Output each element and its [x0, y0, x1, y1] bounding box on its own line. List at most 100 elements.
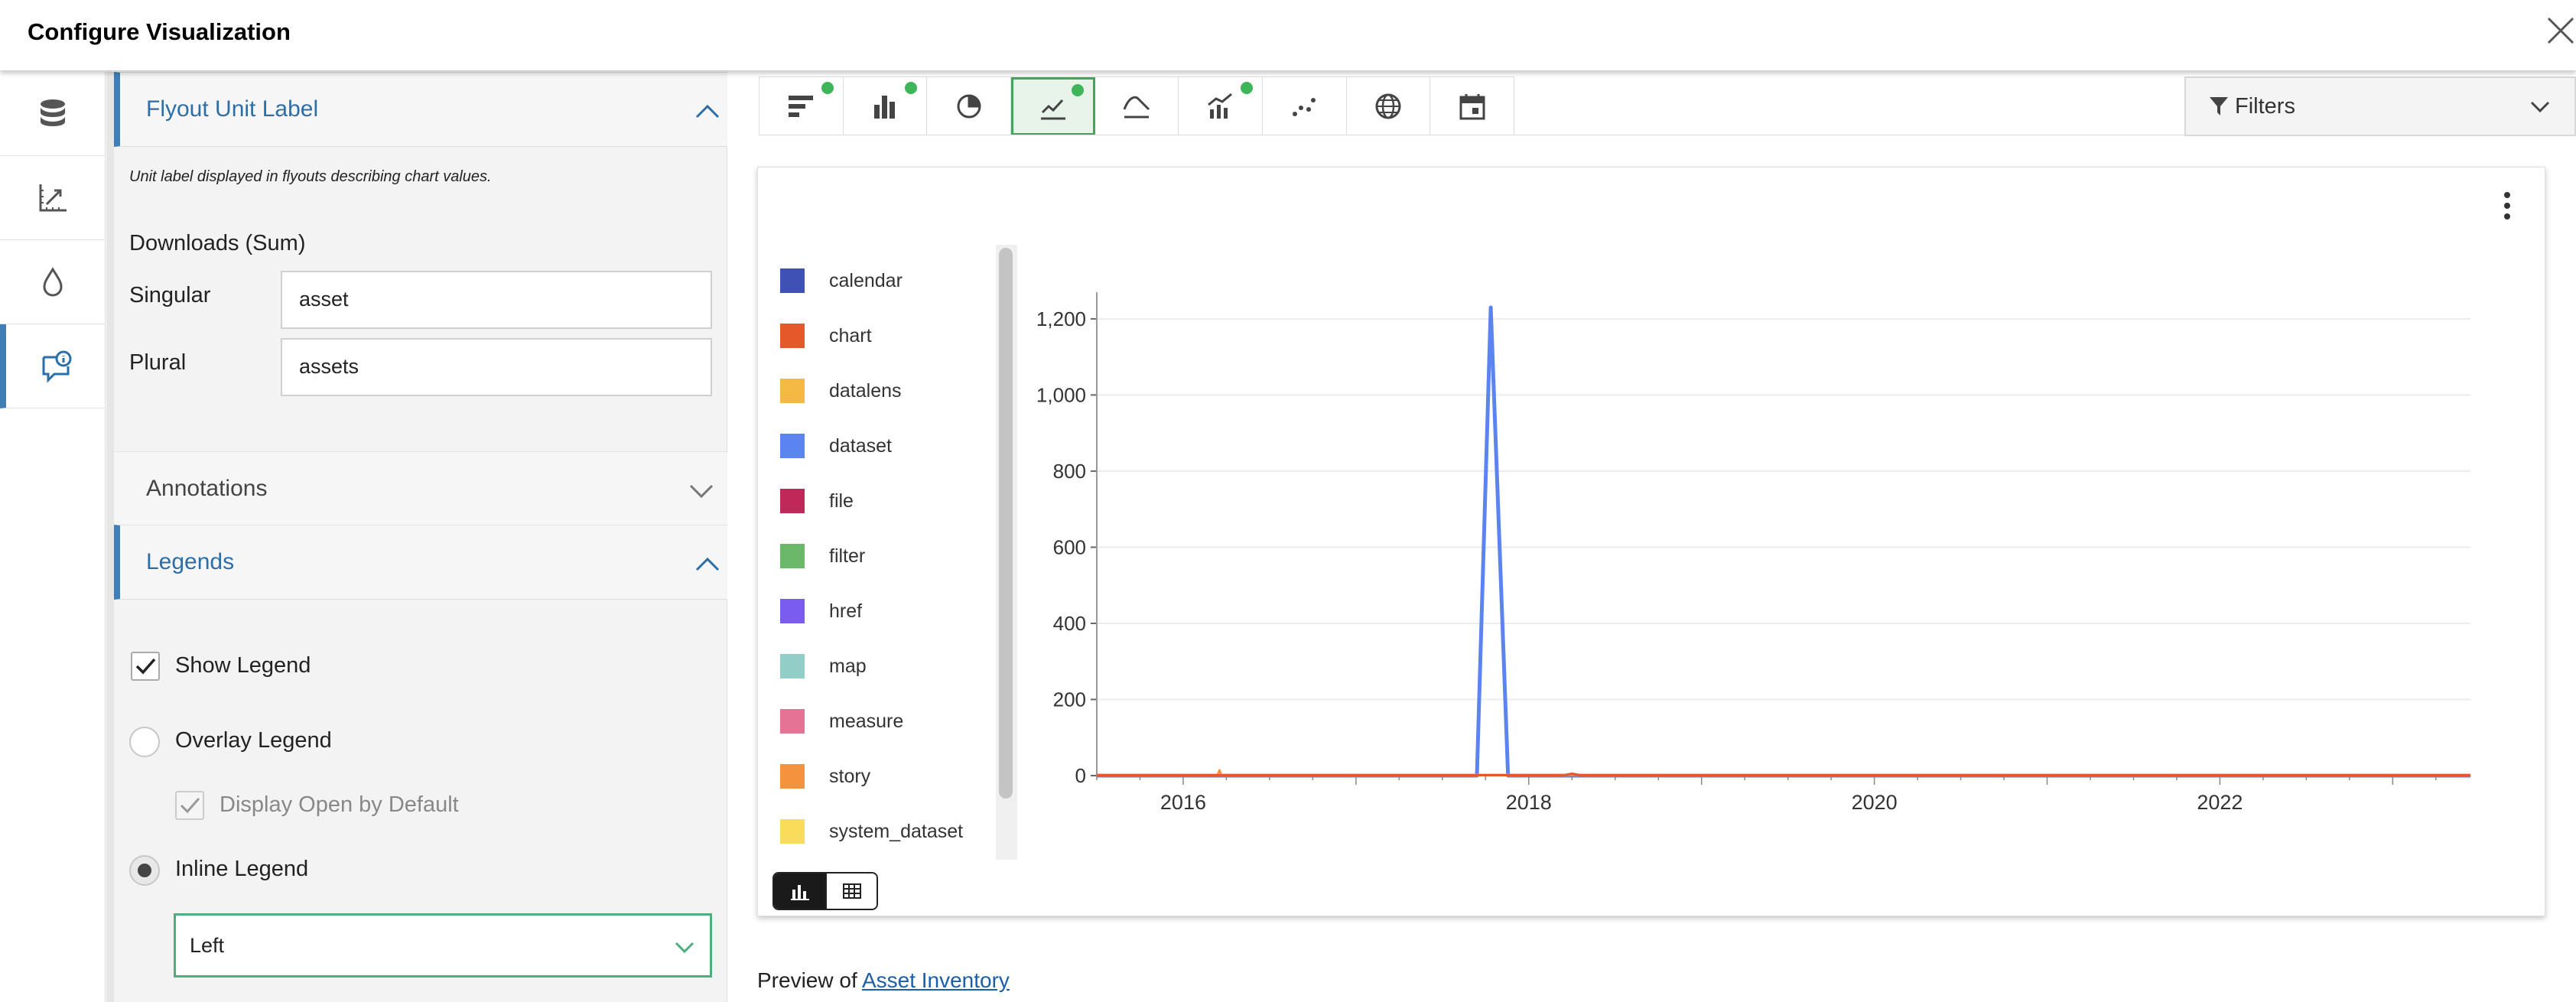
inline-legend-label: Inline Legend [175, 857, 309, 881]
legend-label: file [829, 490, 854, 512]
legend-swatch [780, 324, 805, 348]
chart-type-map[interactable] [1346, 77, 1431, 135]
y-tick-label: 1,200 [1036, 307, 1086, 330]
settings-rail [0, 72, 106, 1002]
radio-dot [138, 864, 151, 877]
select-value: Left [190, 934, 225, 957]
singular-input[interactable]: asset [281, 271, 712, 329]
legend-label: chart [829, 324, 872, 346]
chart-type-toolbar [759, 76, 1515, 135]
filter-icon [2210, 97, 2228, 115]
table-view-button[interactable] [825, 873, 877, 909]
singular-label: Singular [129, 283, 211, 307]
chart-type-area[interactable] [1094, 77, 1179, 135]
annotations-header[interactable]: Annotations [114, 451, 727, 526]
chevron-down-icon [675, 942, 694, 954]
legend-swatch [780, 709, 805, 734]
overlay-legend-label: Overlay Legend [175, 728, 332, 753]
plural-input[interactable]: assets [281, 338, 712, 396]
legend-scrollbar-thumb[interactable] [999, 248, 1013, 799]
legend-item[interactable]: dataset [780, 427, 892, 465]
legend-label: map [829, 655, 867, 677]
legend-item[interactable]: href [780, 592, 862, 630]
legend-item[interactable]: system_dataset [780, 812, 963, 851]
chart-type-bar[interactable] [843, 77, 928, 135]
overlay-legend-radio[interactable] [129, 727, 160, 757]
horizontal-bar-icon [789, 96, 814, 117]
close-icon[interactable] [2544, 14, 2576, 47]
inline-legend-radio[interactable] [129, 855, 160, 886]
chart-view-icon [790, 885, 809, 900]
x-tick-label: 2022 [2197, 791, 2243, 814]
legend-swatch [780, 654, 805, 678]
legend-swatch [780, 599, 805, 623]
x-tick-label: 2018 [1506, 791, 1552, 814]
rail-axis-button[interactable] [0, 156, 106, 240]
legend-item[interactable]: filter [780, 537, 865, 575]
chart-type-calendar[interactable] [1430, 77, 1515, 135]
legend-swatch [780, 764, 805, 789]
legend-label: dataset [829, 434, 893, 457]
chevron-up-icon [695, 557, 720, 571]
legend-item[interactable]: datalens [780, 372, 902, 410]
has-data-dot [905, 82, 918, 94]
flyout-unit-label-header[interactable]: Flyout Unit Label [114, 72, 727, 147]
legend-label: measure [829, 710, 904, 732]
has-data-dot [1241, 82, 1254, 94]
legend-item[interactable]: map [780, 647, 867, 685]
database-icon [41, 99, 65, 126]
calendar-icon [1459, 94, 1485, 120]
chart-type-combo[interactable] [1179, 77, 1264, 135]
preview-prefix: Preview of [757, 968, 862, 992]
y-tick-label: 800 [1053, 460, 1086, 483]
legend-swatch [780, 544, 805, 568]
legend-swatch [780, 268, 805, 293]
legend-item[interactable]: calendar [780, 262, 903, 300]
section-title: Legends [146, 549, 235, 574]
flyout-info-icon [42, 350, 72, 383]
y-tick-label: 200 [1053, 688, 1086, 711]
checkmark-icon [135, 658, 156, 675]
chart-type-scatter[interactable] [1263, 77, 1347, 135]
axis-icon [39, 184, 67, 211]
drop-icon [43, 266, 63, 296]
chart-type-pie[interactable] [927, 77, 1012, 135]
combo-chart-icon [1207, 93, 1232, 119]
rail-data-button[interactable] [0, 72, 106, 156]
y-tick-label: 600 [1053, 535, 1086, 558]
filters-label: Filters [2235, 93, 2295, 119]
x-tick-label: 2016 [1160, 791, 1206, 814]
filters-dropdown[interactable]: Filters [2184, 76, 2576, 136]
rail-flyout-button[interactable] [0, 324, 106, 408]
display-open-checkbox[interactable] [175, 791, 204, 820]
rail-color-button[interactable] [0, 240, 106, 324]
legend-label: story [829, 765, 871, 787]
section-title: Flyout Unit Label [146, 96, 319, 122]
legend-item[interactable]: chart [780, 317, 872, 355]
flyout-description: Unit label displayed in flyouts describi… [129, 168, 492, 185]
chart-view-button[interactable] [774, 873, 825, 909]
view-toggle [772, 872, 878, 910]
display-open-label: Display Open by Default [220, 792, 459, 817]
show-legend-checkbox[interactable] [131, 652, 160, 681]
dialog-header: Configure Visualization [0, 0, 2576, 70]
table-view-icon [842, 883, 861, 899]
chart-type-line[interactable] [1011, 77, 1095, 135]
chart-type-horizontal-bar[interactable] [759, 77, 844, 135]
dialog-title: Configure Visualization [28, 18, 291, 45]
y-tick-label: 1,000 [1036, 383, 1086, 406]
x-tick-label: 2020 [1852, 791, 1898, 814]
legends-header[interactable]: Legends [114, 525, 727, 600]
legend-item[interactable]: measure [780, 702, 903, 740]
more-options-icon[interactable] [2498, 188, 2516, 223]
bar-chart-icon [874, 96, 895, 119]
checkmark-icon [180, 798, 200, 814]
globe-icon [1375, 93, 1401, 119]
legend-position-select[interactable]: Left [174, 913, 712, 978]
legend-item[interactable]: story [780, 757, 870, 795]
chevron-down-icon [689, 484, 714, 499]
preview-dataset-link[interactable]: Asset Inventory [862, 968, 1010, 992]
legend-swatch [780, 819, 805, 844]
legend-item[interactable]: file [780, 482, 854, 520]
line-chart-icon [1040, 99, 1065, 120]
